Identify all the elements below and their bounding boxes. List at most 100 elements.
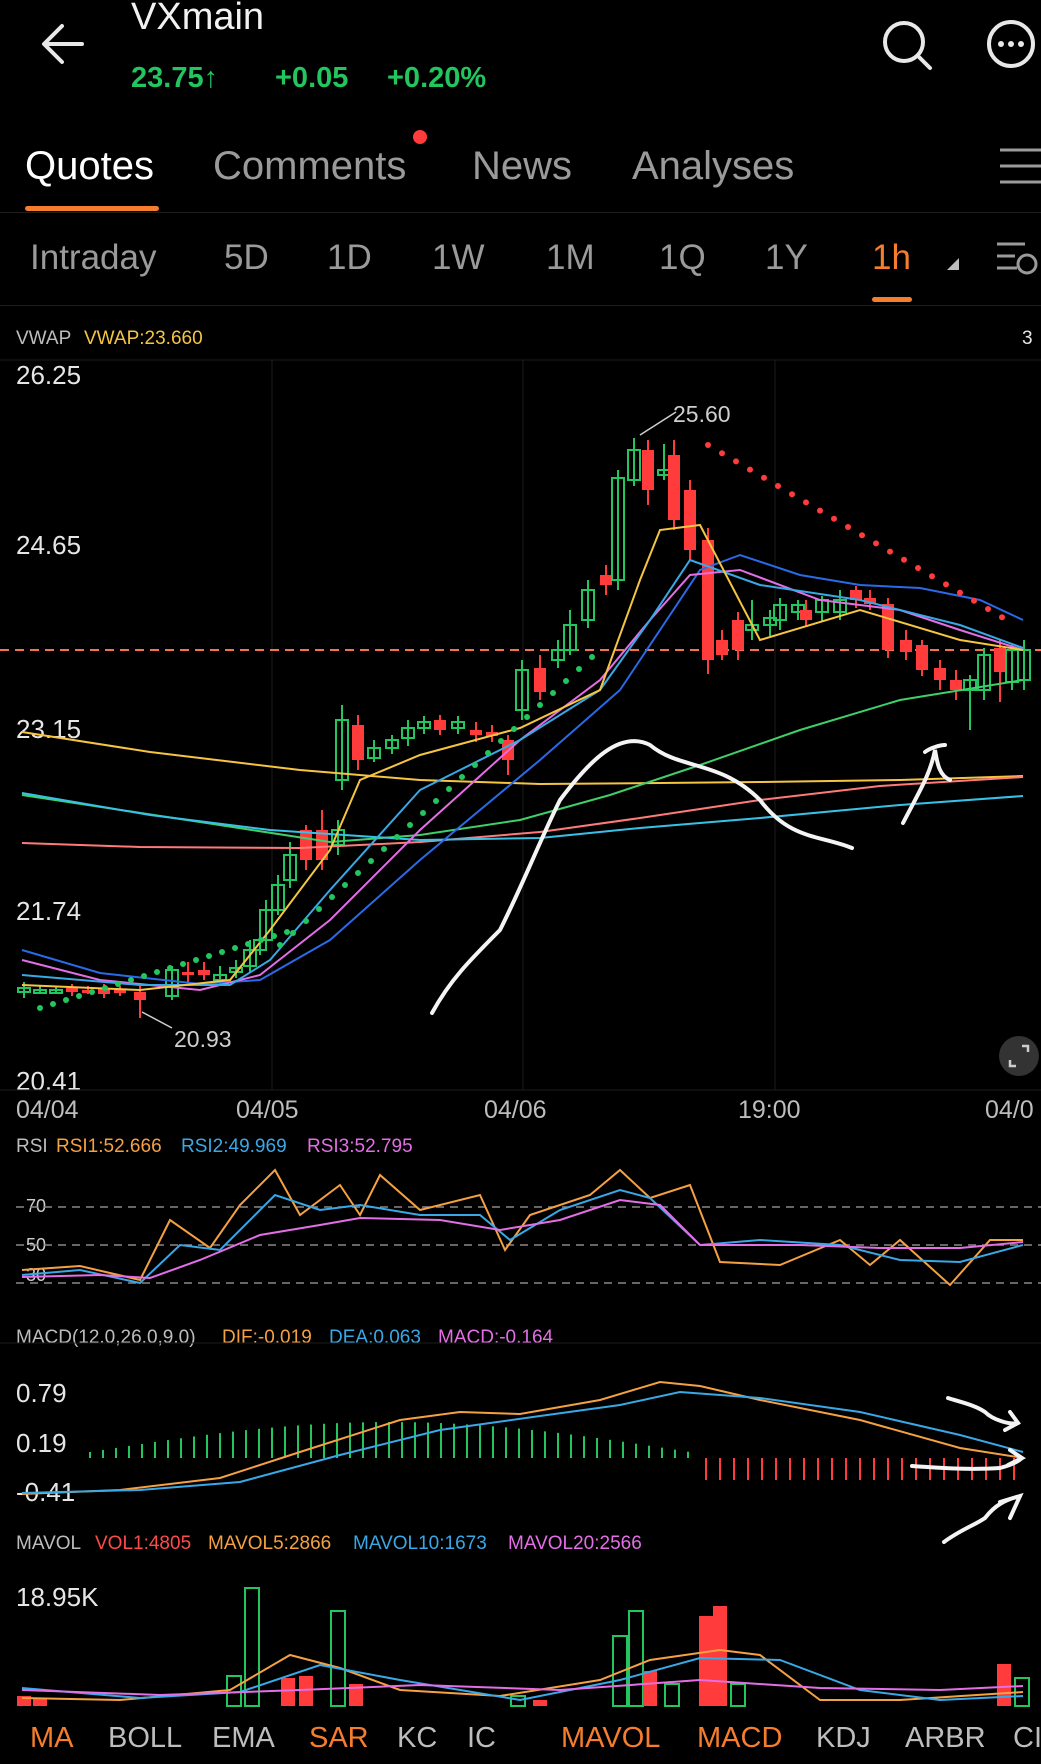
sar-dot <box>887 548 893 555</box>
sar-dot <box>943 581 949 588</box>
indicator-macd[interactable]: MACD <box>697 1722 782 1755</box>
candle-body <box>182 972 194 975</box>
sar-dot <box>446 786 452 792</box>
sar-dot <box>705 442 711 448</box>
sar-dot <box>985 606 991 612</box>
indicator-ma[interactable]: MA <box>30 1722 74 1755</box>
sar-dot <box>563 678 569 684</box>
indicator-kc[interactable]: KC <box>397 1722 437 1755</box>
sar-dot <box>999 614 1005 621</box>
candle-body <box>198 970 210 975</box>
sar-dot <box>232 945 238 951</box>
sar-dot <box>498 738 504 744</box>
sar-dot <box>859 532 865 539</box>
sar-dot <box>576 666 582 672</box>
sar-dot <box>420 810 426 816</box>
sar-dot <box>290 930 296 936</box>
sar-dot <box>342 882 348 888</box>
sar-dot <box>537 702 543 708</box>
volume-bar <box>699 1616 713 1706</box>
sar-dot <box>803 499 809 506</box>
sar-dot <box>524 714 530 720</box>
sar-dot <box>284 929 290 935</box>
indicator-sar[interactable]: SAR <box>309 1722 369 1755</box>
volume-bar <box>299 1676 313 1706</box>
volume-bar <box>533 1700 547 1706</box>
sar-dot <box>845 524 851 530</box>
indicator-ci[interactable]: CI <box>1013 1722 1041 1755</box>
sar-dot <box>550 690 556 696</box>
candle-body <box>950 680 962 690</box>
sar-dot <box>277 942 283 948</box>
stock-chart-canvas[interactable] <box>0 0 1041 1764</box>
sar-dot <box>459 774 465 780</box>
sar-dot <box>141 973 147 979</box>
sar-dot <box>50 1001 56 1007</box>
candle-body <box>668 455 680 520</box>
high-leader-line <box>639 411 677 436</box>
indicator-kdj[interactable]: KDJ <box>816 1722 871 1755</box>
sar-dot <box>733 458 739 465</box>
candle-body <box>882 604 894 650</box>
volume-bar <box>281 1678 295 1706</box>
low-leader-line <box>141 1011 173 1029</box>
candle-body <box>916 645 928 670</box>
candle-body <box>732 620 744 650</box>
sar-dot <box>789 491 795 498</box>
sar-dot <box>831 515 837 522</box>
sar-dot <box>775 483 781 489</box>
sar-dot <box>957 589 963 596</box>
volume-bar <box>628 1610 644 1707</box>
sar-dot <box>115 981 121 987</box>
volume-bar <box>643 1671 657 1706</box>
candle-body <box>642 450 654 490</box>
sar-dot <box>271 933 277 939</box>
sar-dot <box>316 906 322 912</box>
indicator-arbr[interactable]: ARBR <box>905 1722 986 1755</box>
sar-dot <box>167 965 173 971</box>
indicator-boll[interactable]: BOLL <box>108 1722 182 1755</box>
sar-dot <box>102 985 108 991</box>
candle-body <box>716 640 728 655</box>
sar-dot <box>873 540 879 547</box>
macd-dea-line <box>21 1390 1024 1494</box>
sar-dot <box>303 918 309 924</box>
expand-chart-icon <box>999 1036 1039 1076</box>
indicator-ic[interactable]: IC <box>467 1722 496 1755</box>
sar-dot <box>258 937 264 943</box>
candle-body <box>534 668 546 692</box>
candle-body <box>300 830 312 860</box>
sar-dot <box>219 949 225 955</box>
volume-bar <box>510 1695 526 1707</box>
sar-dot <box>381 846 387 852</box>
indicator-ema[interactable]: EMA <box>212 1722 275 1755</box>
candle-body <box>114 990 126 993</box>
sar-dot <box>37 1005 43 1011</box>
macd-dif-line <box>21 1380 1024 1495</box>
sar-dot <box>76 993 82 999</box>
sar-dot <box>719 450 725 457</box>
sar-dot <box>394 834 400 840</box>
volume-bar <box>664 1683 680 1707</box>
candle-body <box>800 610 812 620</box>
indicator-mavol[interactable]: MAVOL <box>561 1722 660 1755</box>
sar-dot <box>329 894 335 900</box>
sar-dot <box>747 466 753 473</box>
candle-body <box>134 992 146 1000</box>
sar-dot <box>180 961 186 967</box>
sar-dot <box>761 474 767 481</box>
candle-body <box>702 540 714 660</box>
candle-body <box>470 730 482 735</box>
sar-dot <box>368 858 374 864</box>
sar-dot <box>128 977 134 983</box>
volume-bar <box>330 1610 346 1707</box>
sar-dot <box>63 997 69 1003</box>
candle-body <box>900 640 912 652</box>
candle-body <box>934 668 946 680</box>
sar-dot <box>971 597 977 604</box>
sar-dot <box>407 822 413 828</box>
candle-body <box>684 490 696 550</box>
sar-dot <box>193 957 199 963</box>
volume-bar <box>730 1683 746 1707</box>
handwritten-annotation <box>430 739 1026 1544</box>
